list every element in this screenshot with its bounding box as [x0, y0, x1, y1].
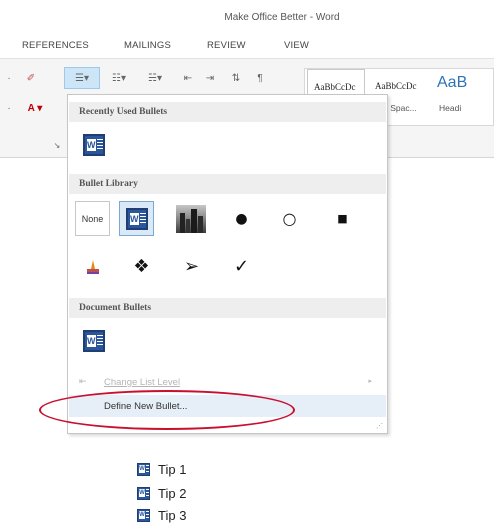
decrease-indent-icon[interactable]: ⇤ [178, 69, 198, 87]
style-sample: AaBbCcDc [375, 81, 417, 91]
city-skyline-icon [175, 204, 206, 233]
style-sample: AaB [437, 74, 468, 91]
ribbon-tabs: REFERENCES MAILINGS REVIEW VIEW [0, 34, 494, 56]
change-list-level-item: ⇤ Change List Level ▸ [69, 371, 386, 393]
multilevel-list-button[interactable]: ☵▾ [138, 69, 172, 87]
indent-list-icon: ⇤ [79, 376, 87, 386]
word-picture-bullet-icon: W [137, 508, 150, 522]
bullet-arrowhead[interactable]: ➢ [174, 249, 209, 284]
tab-view[interactable]: VIEW [284, 40, 309, 51]
submenu-arrow-icon: ▸ [368, 378, 372, 385]
numbering-button[interactable]: ☷▾ [105, 69, 133, 87]
title-bar: Make Office Better - Word [0, 0, 494, 30]
style-heading[interactable]: AaB Headi [431, 69, 493, 125]
bullets-button[interactable]: ☰▾ [64, 67, 100, 89]
bullet-square[interactable]: ■ [325, 201, 360, 236]
highlighter-icon[interactable]: ✐ [20, 69, 42, 87]
bullet-none[interactable]: None [75, 201, 110, 236]
bullet-word-picture[interactable]: W [119, 201, 154, 236]
bullet-diamond-cluster[interactable]: ❖ [124, 249, 159, 284]
word-picture-bullet-icon: W [125, 207, 148, 230]
style-sample: AaBbCcDc [314, 82, 356, 92]
tab-review[interactable]: REVIEW [207, 40, 246, 51]
list-item: W Tip 3 [137, 505, 186, 525]
bullet-filled-circle[interactable]: ● [224, 201, 259, 236]
bullet-skyline-picture[interactable] [173, 201, 208, 236]
word-picture-bullet-icon: W [82, 329, 105, 352]
document-bullet-word-picture[interactable]: W [76, 323, 111, 358]
increase-indent-icon[interactable]: ⇥ [200, 69, 220, 87]
resize-grip-icon[interactable]: ⋰ [376, 422, 383, 430]
hollow-circle-icon: ○ [282, 208, 297, 228]
word-picture-bullet-icon: W [137, 462, 150, 476]
dropdown-arrow-icon[interactable]: · [4, 99, 14, 117]
list-item-text: Tip 3 [158, 507, 187, 523]
font-color-icon[interactable]: A ▾ [22, 99, 48, 117]
sort-icon[interactable]: ⇅ [226, 69, 246, 87]
list-item: W Tip 1 [137, 459, 186, 479]
bullet-checkmark[interactable]: ✓ [224, 249, 259, 284]
recent-bullet-word-picture[interactable]: W [76, 127, 111, 162]
filled-circle-icon: ● [235, 210, 248, 227]
dialog-launcher-icon[interactable]: ↘ [50, 139, 64, 151]
list-item: W Tip 2 [137, 483, 186, 503]
tab-mailings[interactable]: MAILINGS [124, 40, 171, 51]
change-list-level-label: Change List Level [104, 377, 181, 388]
tab-references[interactable]: REFERENCES [22, 40, 89, 51]
window-title: Make Office Better - Word [224, 12, 340, 23]
bullet-pin-picture[interactable] [75, 249, 110, 284]
list-item-text: Tip 2 [158, 485, 187, 501]
list-item-text: Tip 1 [158, 461, 187, 477]
pin-picture-icon [86, 259, 99, 274]
bullets-dropdown: Recently Used Bullets W Bullet Library N… [67, 94, 388, 434]
checkmark-icon: ✓ [233, 255, 250, 277]
word-picture-bullet-icon: W [82, 133, 105, 156]
bullet-library-header: Bullet Library [69, 174, 386, 194]
document-bullets-header: Document Bullets [69, 298, 386, 318]
style-name: Headi [439, 103, 462, 113]
show-formatting-icon[interactable]: ¶ [250, 69, 270, 87]
word-picture-bullet-icon: W [137, 486, 150, 500]
diamond-cluster-icon: ❖ [133, 255, 150, 277]
none-label: None [81, 213, 104, 224]
define-new-bullet-label: Define New Bullet... [104, 401, 188, 412]
square-icon: ■ [337, 212, 348, 225]
bullet-hollow-circle[interactable]: ○ [272, 201, 307, 236]
define-new-bullet-item[interactable]: Define New Bullet... [69, 395, 386, 417]
dropdown-arrow-icon[interactable]: · [4, 69, 14, 87]
arrowhead-icon: ➢ [183, 255, 200, 277]
recent-bullets-header: Recently Used Bullets [69, 102, 386, 122]
